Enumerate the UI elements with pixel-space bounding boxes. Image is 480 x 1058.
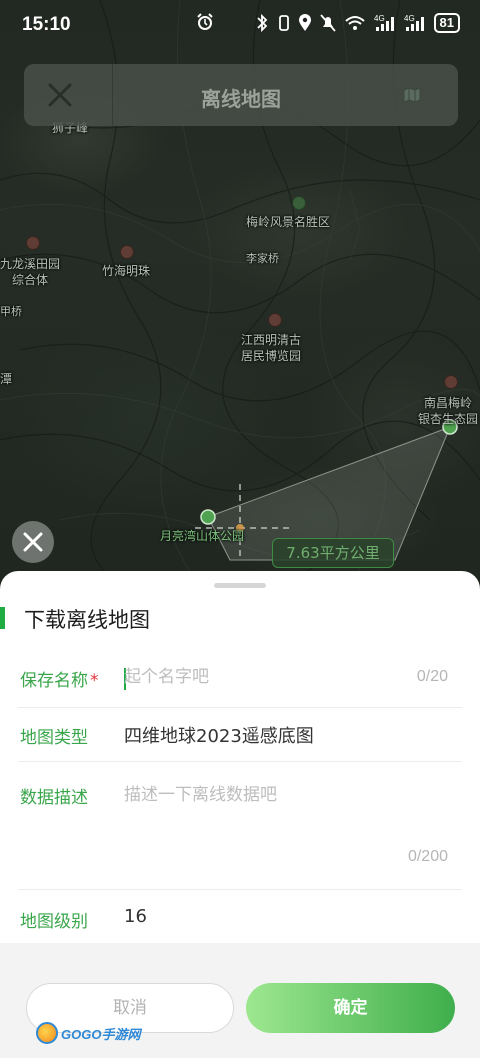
map-label: 竹海明珠 <box>102 264 151 278</box>
status-time: 15:10 <box>22 14 71 35</box>
signal-4g-icon: 4G <box>404 14 424 31</box>
map-layer-icon[interactable] <box>402 86 422 104</box>
confirm-button[interactable]: 确定 <box>246 983 455 1033</box>
page-title: 离线地图 <box>201 87 281 111</box>
save-name-input[interactable] <box>124 663 384 691</box>
vibrate-icon <box>278 15 289 31</box>
map-level-value[interactable]: 16 <box>124 906 147 927</box>
data-description-row: 数据描述 0/200 <box>18 762 462 890</box>
alarm-icon <box>197 13 213 30</box>
map-label: 九龙溪田园 <box>0 257 61 271</box>
map-label: 南昌梅岭 <box>424 396 473 410</box>
map-label: 李家桥 <box>246 252 279 265</box>
map-label: 银杏生态园 <box>418 412 479 426</box>
save-name-label-text: 保存名称 <box>20 671 88 691</box>
map-type-row: 地图类型 四维地球2023遥感底图 <box>18 708 462 762</box>
map-type-label: 地图类型 <box>20 728 88 748</box>
clear-drawing-button[interactable] <box>12 521 54 563</box>
map-label: 甲桥 <box>0 305 22 318</box>
watermark-icon <box>36 1022 58 1044</box>
polygon-vertex <box>200 509 216 525</box>
svg-text:4G: 4G <box>404 14 415 23</box>
map-type-value: 四维地球2023遥感底图 <box>124 726 314 747</box>
required-mark: * <box>90 671 99 691</box>
map-label: 居民博览园 <box>241 349 302 363</box>
map-level-label: 地图级别 <box>20 912 88 932</box>
bluetooth-icon <box>256 13 267 33</box>
signal-4g-icon: 4G <box>374 14 394 31</box>
data-description-input[interactable] <box>124 780 444 850</box>
watermark-logo: GOGO手游网 <box>36 1022 140 1044</box>
map-level-row: 地图级别 16 <box>18 890 462 944</box>
svg-text:4G: 4G <box>374 14 385 23</box>
map-label: 月亮湾山体公园 <box>160 529 245 543</box>
sheet-title: 下载离线地图 <box>24 608 150 632</box>
status-left-icons <box>196 13 214 31</box>
poi-marker-icon[interactable] <box>444 375 458 389</box>
mute-icon <box>319 14 336 32</box>
location-icon <box>298 14 311 31</box>
title-accent-bar <box>0 607 5 629</box>
watermark-text: GOGO手游网 <box>61 1026 141 1042</box>
data-description-counter: 0/200 <box>407 848 448 865</box>
top-title-bar: 离线地图 <box>24 64 458 126</box>
battery-icon: 81 <box>433 13 460 33</box>
save-name-counter: 0/20 <box>416 668 448 685</box>
poi-marker-icon[interactable] <box>26 236 40 250</box>
close-icon <box>23 532 43 552</box>
data-description-label: 数据描述 <box>20 788 88 808</box>
map-label: 综合体 <box>12 273 49 287</box>
map-label: 梅岭风景名胜区 <box>246 215 331 229</box>
save-name-label: 保存名称 * <box>20 666 99 691</box>
save-name-row: 保存名称* 0/20 <box>18 651 462 708</box>
map-label: 潭 <box>0 372 13 386</box>
sheet-grabber-handle[interactable] <box>214 583 266 588</box>
map-label: 江西明清古 <box>241 333 302 347</box>
park-marker-icon[interactable] <box>292 196 306 210</box>
poi-marker-icon[interactable] <box>268 313 282 327</box>
area-measure-badge: 7.63平方公里 <box>272 538 394 568</box>
poi-marker-icon[interactable] <box>120 245 134 259</box>
status-bar: 15:10 4G 4G 81 <box>0 0 480 50</box>
status-right-icons: 4G 4G 81 <box>254 13 460 33</box>
download-offline-map-sheet: 下载离线地图 保存名称* 0/20 地图类型 四维地球2023遥感底图 数据描述… <box>0 571 480 1058</box>
wifi-icon <box>344 16 365 30</box>
